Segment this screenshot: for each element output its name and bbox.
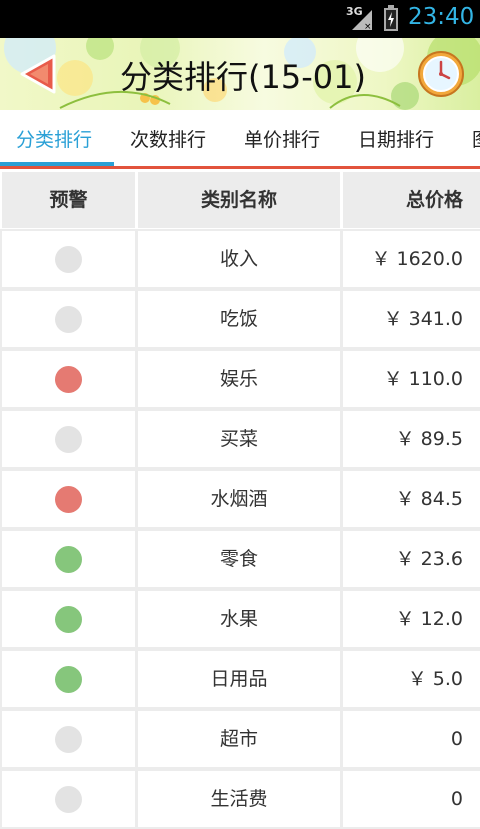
warning-status-dot <box>55 366 82 393</box>
total-price-cell: ￥ 89.5 <box>343 411 480 467</box>
tab-unit-price-ranking[interactable]: 单价排行 <box>244 110 320 168</box>
warning-status-dot <box>55 726 82 753</box>
warning-cell <box>2 531 135 587</box>
category-name-cell: 娱乐 <box>138 351 340 407</box>
tab-bar: 分类排行 次数排行 单价排行 日期排行 图 <box>0 110 480 168</box>
header-warning: 预警 <box>2 172 135 228</box>
warning-cell <box>2 771 135 827</box>
total-price-value: ￥ 110.0 <box>383 368 463 390</box>
total-price-cell: ￥ 110.0 <box>343 351 480 407</box>
total-price-cell: ￥ 12.0 <box>343 591 480 647</box>
warning-cell <box>2 651 135 707</box>
total-price-value: ￥ 89.5 <box>395 428 463 450</box>
back-arrow-icon[interactable] <box>18 52 58 96</box>
warning-status-dot <box>55 606 82 633</box>
category-name-cell: 水烟酒 <box>138 471 340 527</box>
warning-status-dot <box>55 546 82 573</box>
table-row[interactable]: 买菜 ￥ 89.5 <box>0 409 480 469</box>
warning-cell <box>2 231 135 287</box>
category-name-cell: 日用品 <box>138 651 340 707</box>
total-price-cell: ￥ 84.5 <box>343 471 480 527</box>
category-name-cell: 水果 <box>138 591 340 647</box>
category-name-cell: 收入 <box>138 231 340 287</box>
total-price-value: ￥ 12.0 <box>395 608 463 630</box>
warning-status-dot <box>55 486 82 513</box>
total-price-cell: ￥ 5.0 <box>343 651 480 707</box>
status-time: 23:40 <box>408 4 475 30</box>
category-name-cell: 买菜 <box>138 411 340 467</box>
category-name-cell: 超市 <box>138 711 340 767</box>
total-price-value: ￥ 84.5 <box>395 488 463 510</box>
warning-cell <box>2 471 135 527</box>
warning-cell <box>2 411 135 467</box>
total-price-value: ￥ 1620.0 <box>371 248 463 270</box>
table-row[interactable]: 超市 0 <box>0 709 480 769</box>
category-name-cell: 零食 <box>138 531 340 587</box>
status-bar: 3G × 23:40 <box>0 0 480 38</box>
table-row[interactable]: 生活费 0 <box>0 769 480 829</box>
table-row[interactable]: 水烟酒 ￥ 84.5 <box>0 469 480 529</box>
total-price-value: 0 <box>450 788 463 810</box>
header-category-name: 类别名称 <box>138 172 340 228</box>
warning-status-dot <box>55 306 82 333</box>
table-row[interactable]: 零食 ￥ 23.6 <box>0 529 480 589</box>
total-price-cell: 0 <box>343 711 480 767</box>
warning-cell <box>2 351 135 407</box>
table-row[interactable]: 吃饭 ￥ 341.0 <box>0 289 480 349</box>
warning-cell <box>2 291 135 347</box>
total-price-cell: 0 <box>343 771 480 827</box>
tab-date-ranking[interactable]: 日期排行 <box>358 110 434 168</box>
table-header: 预警 类别名称 总价格 <box>0 169 480 229</box>
warning-cell <box>2 591 135 647</box>
tab-count-ranking[interactable]: 次数排行 <box>130 110 206 168</box>
warning-status-dot <box>55 666 82 693</box>
table-row[interactable]: 日用品 ￥ 5.0 <box>0 649 480 709</box>
warning-status-dot <box>55 246 82 273</box>
total-price-value: 0 <box>450 728 463 750</box>
table-row[interactable]: 收入 ￥ 1620.0 <box>0 229 480 289</box>
category-name-cell: 生活费 <box>138 771 340 827</box>
header-total-price: 总价格 <box>343 172 480 228</box>
warning-cell <box>2 711 135 767</box>
category-name-cell: 吃饭 <box>138 291 340 347</box>
clock-icon[interactable] <box>417 50 465 98</box>
warning-status-dot <box>55 426 82 453</box>
signal-icon: × <box>352 10 372 32</box>
svg-text:×: × <box>364 22 372 32</box>
total-price-cell: ￥ 1620.0 <box>343 231 480 287</box>
total-price-cell: ￥ 341.0 <box>343 291 480 347</box>
total-price-value: ￥ 341.0 <box>383 308 463 330</box>
total-price-cell: ￥ 23.6 <box>343 531 480 587</box>
tab-chart[interactable]: 图 <box>472 110 480 168</box>
table-row[interactable]: 娱乐 ￥ 110.0 <box>0 349 480 409</box>
tab-category-ranking[interactable]: 分类排行 <box>16 110 92 168</box>
total-price-value: ￥ 23.6 <box>395 548 463 570</box>
total-price-value: ￥ 5.0 <box>407 668 463 690</box>
table-row[interactable]: 水果 ￥ 12.0 <box>0 589 480 649</box>
app-header: 分类排行(15-01) <box>0 38 480 110</box>
page-title: 分类排行(15-01) <box>120 58 366 96</box>
battery-charging-icon <box>384 5 398 31</box>
